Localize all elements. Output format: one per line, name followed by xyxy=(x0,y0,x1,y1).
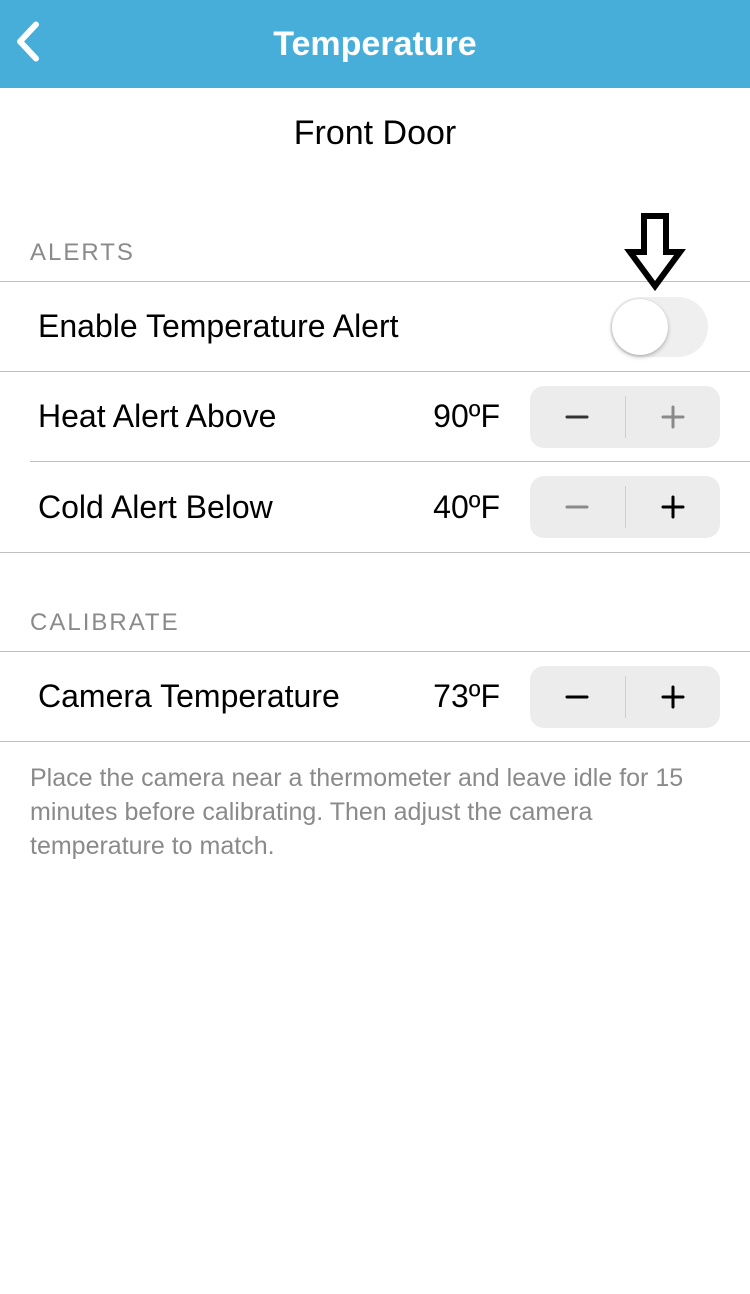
calibrate-footer-text: Place the camera near a thermometer and … xyxy=(0,742,750,863)
calibrate-list: Camera Temperature 73ºF xyxy=(0,651,750,742)
cold-alert-increment-button[interactable] xyxy=(626,476,721,538)
camera-temperature-decrement-button[interactable] xyxy=(530,666,625,728)
device-name: Front Door xyxy=(0,88,750,183)
plus-icon xyxy=(658,682,688,712)
cold-alert-value: 40ºF xyxy=(404,489,500,526)
minus-icon xyxy=(562,682,592,712)
minus-icon xyxy=(562,402,592,432)
heat-alert-decrement-button[interactable] xyxy=(530,386,625,448)
heat-alert-increment-button[interactable] xyxy=(626,386,721,448)
plus-icon xyxy=(658,402,688,432)
row-heat-alert: Heat Alert Above 90ºF xyxy=(30,372,750,462)
enable-alert-toggle[interactable] xyxy=(610,297,708,357)
cold-alert-label: Cold Alert Below xyxy=(38,489,404,526)
heat-alert-stepper xyxy=(530,386,720,448)
row-cold-alert: Cold Alert Below 40ºF xyxy=(30,462,750,552)
heat-alert-value: 90ºF xyxy=(404,398,500,435)
toggle-knob xyxy=(612,299,668,355)
minus-icon xyxy=(562,492,592,522)
camera-temperature-value: 73ºF xyxy=(404,678,500,715)
row-enable-alert: Enable Temperature Alert xyxy=(0,282,750,372)
camera-temperature-label: Camera Temperature xyxy=(38,678,404,715)
section-header-calibrate: CALIBRATE xyxy=(0,553,750,651)
enable-alert-label: Enable Temperature Alert xyxy=(38,308,610,345)
row-camera-temperature: Camera Temperature 73ºF xyxy=(0,652,750,742)
camera-temperature-stepper xyxy=(530,666,720,728)
page-title: Temperature xyxy=(0,25,750,64)
camera-temperature-increment-button[interactable] xyxy=(626,666,721,728)
heat-alert-label: Heat Alert Above xyxy=(38,398,404,435)
plus-icon xyxy=(658,492,688,522)
section-header-alerts: ALERTS xyxy=(0,183,750,281)
app-header: Temperature xyxy=(0,0,750,88)
cold-alert-stepper xyxy=(530,476,720,538)
cold-alert-decrement-button[interactable] xyxy=(530,476,625,538)
alerts-list: Enable Temperature Alert Heat Alert Abov… xyxy=(0,281,750,552)
chevron-left-icon xyxy=(14,21,40,63)
back-button[interactable] xyxy=(14,21,40,68)
